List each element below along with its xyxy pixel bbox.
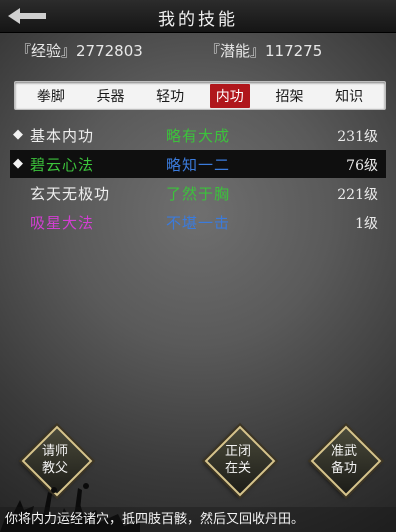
skill-marker: ◆ xyxy=(13,156,23,171)
tab-weapon[interactable]: 兵器 xyxy=(90,84,130,108)
meditation-toggle-button[interactable]: 正闭在关 xyxy=(203,424,276,497)
tab-fist[interactable]: 拳脚 xyxy=(31,84,71,108)
skill-row[interactable]: 吸星大法 不堪一击 1级 xyxy=(10,208,386,236)
tab-lightness[interactable]: 轻功 xyxy=(150,84,190,108)
skill-name: 吸星大法 xyxy=(30,214,95,232)
skill-tier: 略知一二 xyxy=(166,156,231,174)
experience-stat: 『经验』2772803 xyxy=(16,42,143,60)
status-message: 你将内力运经诸穴，抵四肢百骸，然后又回收丹田。 xyxy=(0,507,396,532)
skill-level: 231级 xyxy=(337,129,378,145)
skill-category-tabs: 拳脚 兵器 轻功 内功 招架 知识 xyxy=(14,81,386,110)
skill-level: 1级 xyxy=(355,216,378,232)
skill-name: 碧云心法 xyxy=(30,156,95,174)
equip-skill-label: 准武备功 xyxy=(330,444,357,476)
skill-marker: ◆ xyxy=(13,127,23,142)
top-bar: 我的技能 xyxy=(0,0,396,33)
potential-stat: 『潜能』117275 xyxy=(205,42,323,60)
skill-name: 基本内功 xyxy=(30,127,95,145)
skill-tier: 不堪一击 xyxy=(166,214,231,232)
tab-knowledge[interactable]: 知识 xyxy=(329,84,369,108)
stats-line: 『经验』2772803 『潜能』117275 xyxy=(0,40,396,64)
skill-row[interactable]: ◆ 碧云心法 略知一二 76级 xyxy=(10,150,386,178)
meditation-toggle-label: 正闭在关 xyxy=(224,444,251,476)
skill-row[interactable]: 玄天无极功 了然于胸 221级 xyxy=(10,179,386,207)
skill-level: 221级 xyxy=(337,187,378,203)
skill-name: 玄天无极功 xyxy=(30,185,111,203)
skill-tier: 略有大成 xyxy=(166,127,231,145)
skill-list: ◆ 基本内功 略有大成 231级 ◆ 碧云心法 略知一二 76级 玄天无极功 了… xyxy=(10,121,386,237)
equip-skill-button[interactable]: 准武备功 xyxy=(309,424,382,497)
tab-internal[interactable]: 内功 xyxy=(209,83,250,108)
tab-parry[interactable]: 招架 xyxy=(269,84,309,108)
skill-tier: 了然于胸 xyxy=(166,185,231,203)
skill-level: 76级 xyxy=(346,158,378,174)
skill-row[interactable]: ◆ 基本内功 略有大成 231级 xyxy=(10,121,386,149)
page-title: 我的技能 xyxy=(158,10,238,30)
